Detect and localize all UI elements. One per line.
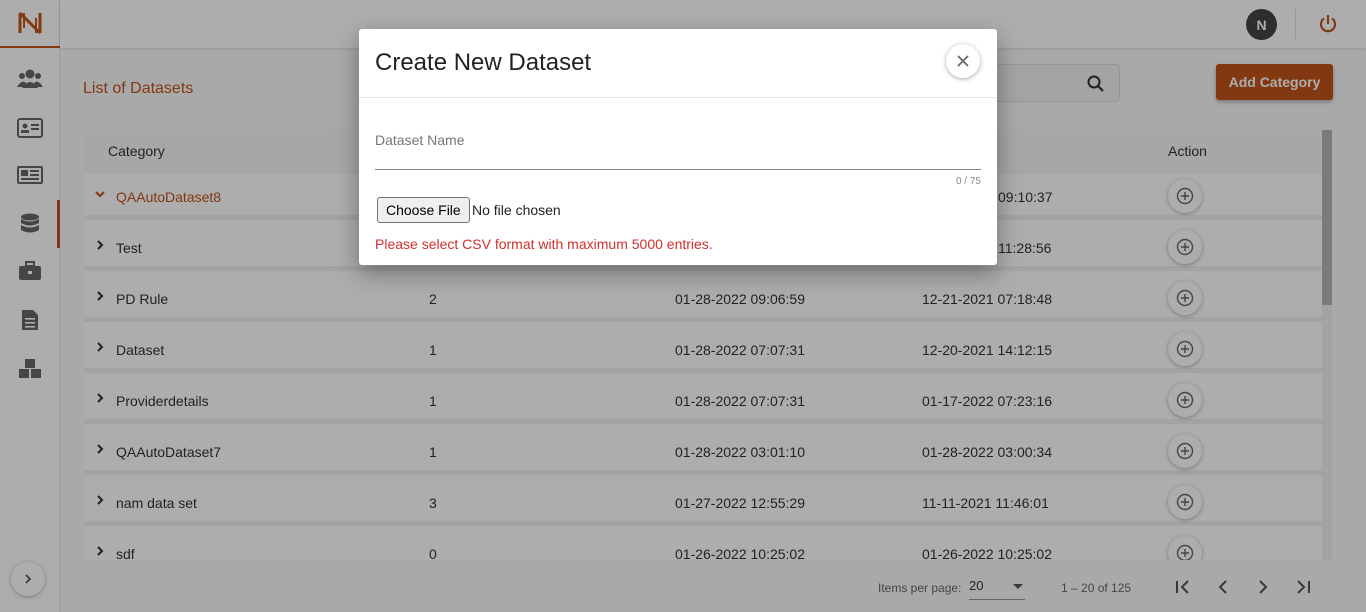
dialog-divider [359, 97, 997, 98]
dialog-title: Create New Dataset [375, 49, 592, 76]
dataset-name-input[interactable] [375, 147, 981, 169]
csv-format-hint: Please select CSV format with maximum 50… [375, 236, 713, 252]
dataset-name-underline [375, 169, 981, 170]
choose-file-button[interactable]: Choose File [377, 197, 470, 223]
close-icon [957, 55, 969, 67]
dataset-name-label: Dataset Name [375, 132, 465, 148]
create-dataset-dialog: Create New Dataset Dataset Name 0 / 75 C… [359, 29, 997, 265]
file-status: No file chosen [472, 202, 561, 218]
close-dialog-button[interactable] [946, 44, 980, 78]
character-counter: 0 / 75 [955, 176, 981, 187]
